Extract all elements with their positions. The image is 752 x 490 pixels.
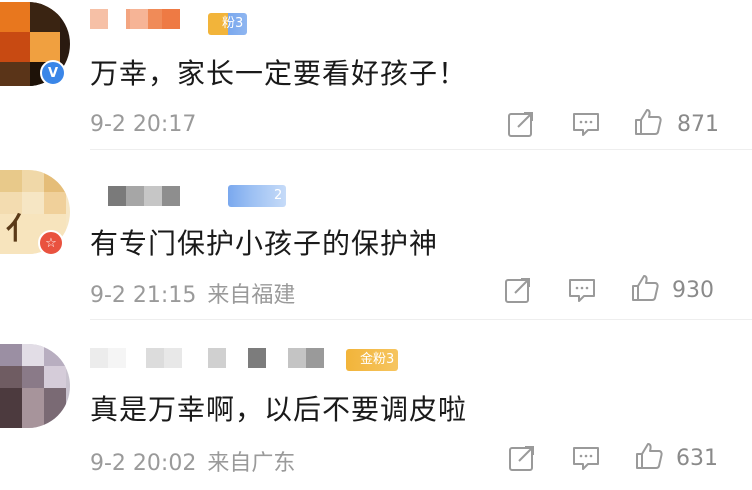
fan-level-label: 2 [274, 188, 283, 203]
comment-time: 9-2 21:15 [90, 283, 197, 308]
comment-meta: 9-2 21:15 来自福建 [90, 277, 295, 309]
comment-icon[interactable] [571, 109, 601, 139]
like-count: 930 [672, 278, 714, 303]
comment-text: 万幸，家长一定要看好孩子！ [90, 57, 468, 90]
fan-level-badge: 粉3 [208, 13, 248, 35]
comment-icon[interactable] [567, 275, 597, 305]
username-pixelated[interactable] [90, 348, 330, 368]
like-count: 631 [676, 446, 718, 471]
comment-item: V 粉3 万幸，家长一定要看好孩子！ 9-2 20:17 871 [0, 0, 752, 150]
fan-level-label: 粉3 [222, 16, 244, 31]
comment-meta: 9-2 20:02 来自广东 [90, 445, 295, 477]
share-icon[interactable] [507, 443, 537, 473]
comment-location: 来自福建 [207, 283, 296, 308]
comment-icon[interactable] [571, 443, 601, 473]
comment-text: 真是万幸啊，以后不要调皮啦 [90, 393, 468, 426]
comment-text: 有专门保护小孩子的保护神 [90, 227, 439, 260]
star-badge-icon: ☆ [38, 230, 64, 256]
fan-level-label: 金粉3 [360, 352, 395, 367]
comment-location: 来自广东 [207, 451, 296, 476]
share-icon[interactable] [506, 109, 536, 139]
comment-item: 亻 ☆ 2 有专门保护小孩子的保护神 9-2 21:15 来自福建 930 [0, 150, 752, 320]
like-count: 871 [677, 112, 719, 137]
comment-time: 9-2 20:02 [90, 451, 197, 476]
fan-level-badge: 2 [228, 185, 287, 207]
fan-level-badge: 金粉3 [346, 349, 399, 371]
avatar[interactable] [0, 344, 70, 428]
thumbs-up-icon[interactable] [630, 273, 660, 303]
comment-meta: 9-2 20:17 [90, 112, 196, 137]
verified-badge-icon: V [40, 60, 66, 86]
comment-item: 金粉3 真是万幸啊，以后不要调皮啦 9-2 20:02 来自广东 631 [0, 320, 752, 490]
thumbs-up-icon[interactable] [633, 107, 663, 137]
thumbs-up-icon[interactable] [634, 441, 664, 471]
comment-time: 9-2 20:17 [90, 112, 197, 137]
username-pixelated[interactable] [108, 186, 218, 206]
share-icon[interactable] [503, 275, 533, 305]
